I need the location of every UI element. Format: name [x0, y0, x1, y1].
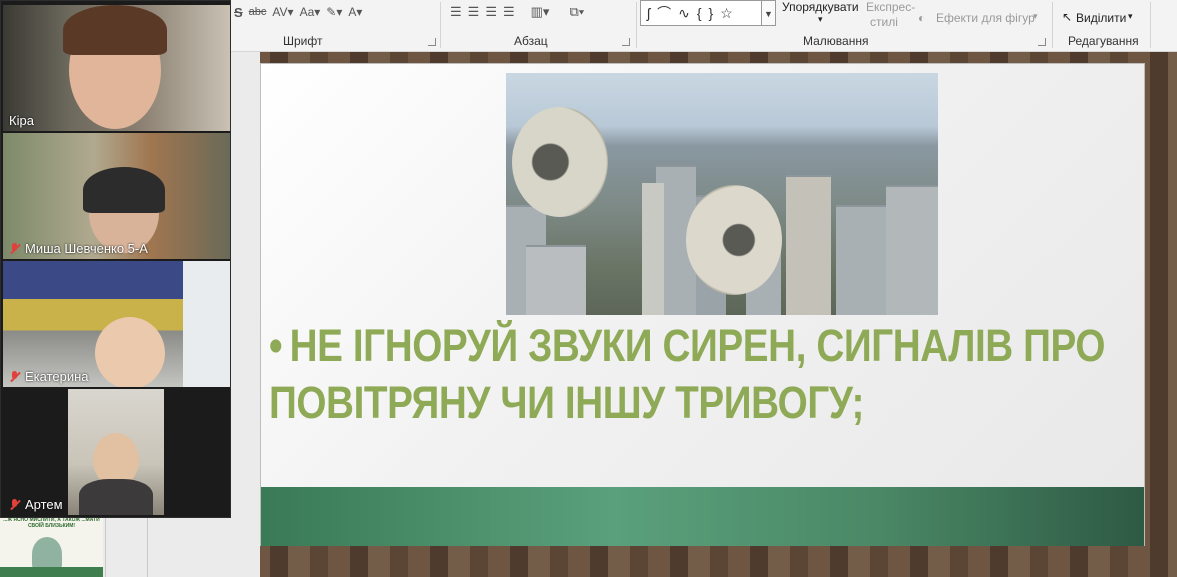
participant-name-text: Екатерина: [25, 369, 89, 384]
strikethrough-icon[interactable]: S: [234, 5, 243, 20]
bullet-line-1-text: НЕ ІГНОРУЙ ЗВУКИ СИРЕН, СИГНАЛІВ ПРО: [289, 320, 1106, 371]
wave-shape-icon[interactable]: ∿: [678, 5, 690, 22]
muted-mic-icon: [9, 498, 21, 511]
paragraph-group-label: Абзац: [514, 34, 548, 48]
slide-footer-band: [261, 487, 1144, 546]
font-group-label: Шрифт: [283, 34, 323, 48]
speaker-pole: [642, 183, 664, 315]
right-brace-icon[interactable]: }: [709, 5, 714, 21]
slide-bullet-text[interactable]: • НЕ ІГНОРУЙ ЗВУКИ СИРЕН, СИГНАЛІВ ПРО ПО…: [269, 317, 1106, 431]
thumbnail-ground: [0, 567, 103, 577]
editing-group-label: Редагування: [1068, 34, 1139, 48]
star-shape-icon[interactable]: ☆: [720, 5, 733, 22]
building: [836, 205, 886, 315]
building: [886, 185, 938, 315]
group-separator: [636, 2, 637, 48]
loudspeaker-city-photo[interactable]: [506, 73, 938, 315]
participant-video: [95, 317, 165, 387]
meditation-figure-icon: [32, 537, 62, 571]
participant-tile[interactable]: Кіра: [3, 5, 230, 131]
bullet-line-1: • НЕ ІГНОРУЙ ЗВУКИ СИРЕН, СИГНАЛІВ ПРО: [269, 317, 1106, 374]
left-brace-icon[interactable]: {: [697, 5, 702, 21]
drawing-dialog-launcher[interactable]: [1038, 38, 1046, 46]
participant-name: Артем: [9, 497, 63, 512]
cursor-arrow-icon: ↖: [1062, 10, 1073, 24]
bullet-symbol: •: [269, 320, 283, 371]
paragraph-dialog-launcher[interactable]: [622, 38, 630, 46]
participant-tile[interactable]: Миша Шевченко 5-А: [3, 133, 230, 259]
participant-tile[interactable]: Артем: [3, 389, 230, 515]
char-spacing-icon[interactable]: AV▾: [272, 5, 293, 19]
participant-name-text: Кіра: [9, 113, 34, 128]
align-left-icon[interactable]: ☰: [450, 4, 462, 20]
window-icon: [183, 261, 230, 387]
participant-name-text: Артем: [25, 497, 63, 512]
paragraph-tools: ☰ ☰ ☰ ☰ ▥▾ ⧉▾: [450, 0, 584, 24]
participant-name: Екатерина: [9, 369, 89, 384]
group-separator: [1052, 2, 1053, 48]
select-button[interactable]: Виділити: [1076, 11, 1126, 25]
curve-shape-icon[interactable]: ʃ: [647, 5, 650, 21]
participant-hair: [63, 5, 167, 55]
arrange-dropdown-icon[interactable]: ▾: [818, 14, 823, 25]
loudspeaker-horn-icon: [512, 107, 608, 217]
participant-tile[interactable]: Екатерина: [3, 261, 230, 387]
muted-mic-icon: [9, 242, 21, 255]
font-tools: S abc AV▾ Aa▾ ✎▾ A▾: [234, 0, 362, 24]
select-dropdown-icon[interactable]: ▾: [1128, 11, 1133, 22]
participant-shirt: [79, 479, 153, 515]
shape-effects-dropdown-icon[interactable]: ▾: [1033, 11, 1038, 22]
quick-styles-button[interactable]: Експрес-: [866, 0, 915, 14]
shape-effects-icon: ◐: [918, 11, 926, 25]
font-color-icon[interactable]: A▾: [348, 5, 362, 19]
justify-icon[interactable]: ☰: [503, 4, 515, 20]
participant-name-text: Миша Шевченко 5-А: [25, 241, 148, 256]
quick-styles-button-line2: стилі: [870, 15, 898, 29]
video-gallery-panel[interactable]: Кіра Миша Шевченко 5-А Екатерина Артем: [0, 0, 231, 518]
loudspeaker-horn-icon: [686, 185, 782, 295]
muted-mic-icon: [9, 370, 21, 383]
shapes-gallery-more[interactable]: ▼: [762, 0, 776, 26]
participant-name: Кіра: [9, 113, 34, 128]
arrange-button[interactable]: Упорядкувати: [782, 0, 859, 14]
bullet-line-2-text: ПОВІТРЯНУ ЧИ ІНШУ ТРИВОГУ;: [269, 377, 864, 428]
align-right-icon[interactable]: ☰: [485, 4, 497, 20]
slide-thumbnail[interactable]: ...Ж ЯСНО МИСЛИТИ, А ТАКОЖ ...МАТИ СВОЇЙ…: [0, 515, 103, 577]
columns-icon[interactable]: ▥▾: [531, 4, 550, 20]
group-separator: [440, 2, 441, 48]
building: [786, 175, 831, 315]
highlight-icon[interactable]: ✎▾: [326, 5, 342, 19]
convert-smartart-icon[interactable]: ⧉▾: [569, 4, 584, 20]
drawing-group-label: Малювання: [803, 34, 869, 48]
group-separator: [1150, 2, 1151, 48]
shape-effects-button[interactable]: Ефекти для фігур: [936, 11, 1035, 25]
headphones-icon: [83, 167, 165, 213]
align-center-icon[interactable]: ☰: [468, 4, 480, 20]
abc-strike-icon[interactable]: abc: [249, 6, 267, 18]
change-case-icon[interactable]: Aa▾: [300, 5, 321, 19]
building: [526, 245, 586, 315]
current-slide[interactable]: • НЕ ІГНОРУЙ ЗВУКИ СИРЕН, СИГНАЛІВ ПРО ПО…: [260, 63, 1145, 546]
participant-name: Миша Шевченко 5-А: [9, 241, 148, 256]
font-dialog-launcher[interactable]: [428, 38, 436, 46]
arc-shape-icon[interactable]: ⌒: [657, 3, 671, 23]
shapes-gallery[interactable]: ʃ ⌒ ∿ { } ☆: [640, 0, 762, 26]
